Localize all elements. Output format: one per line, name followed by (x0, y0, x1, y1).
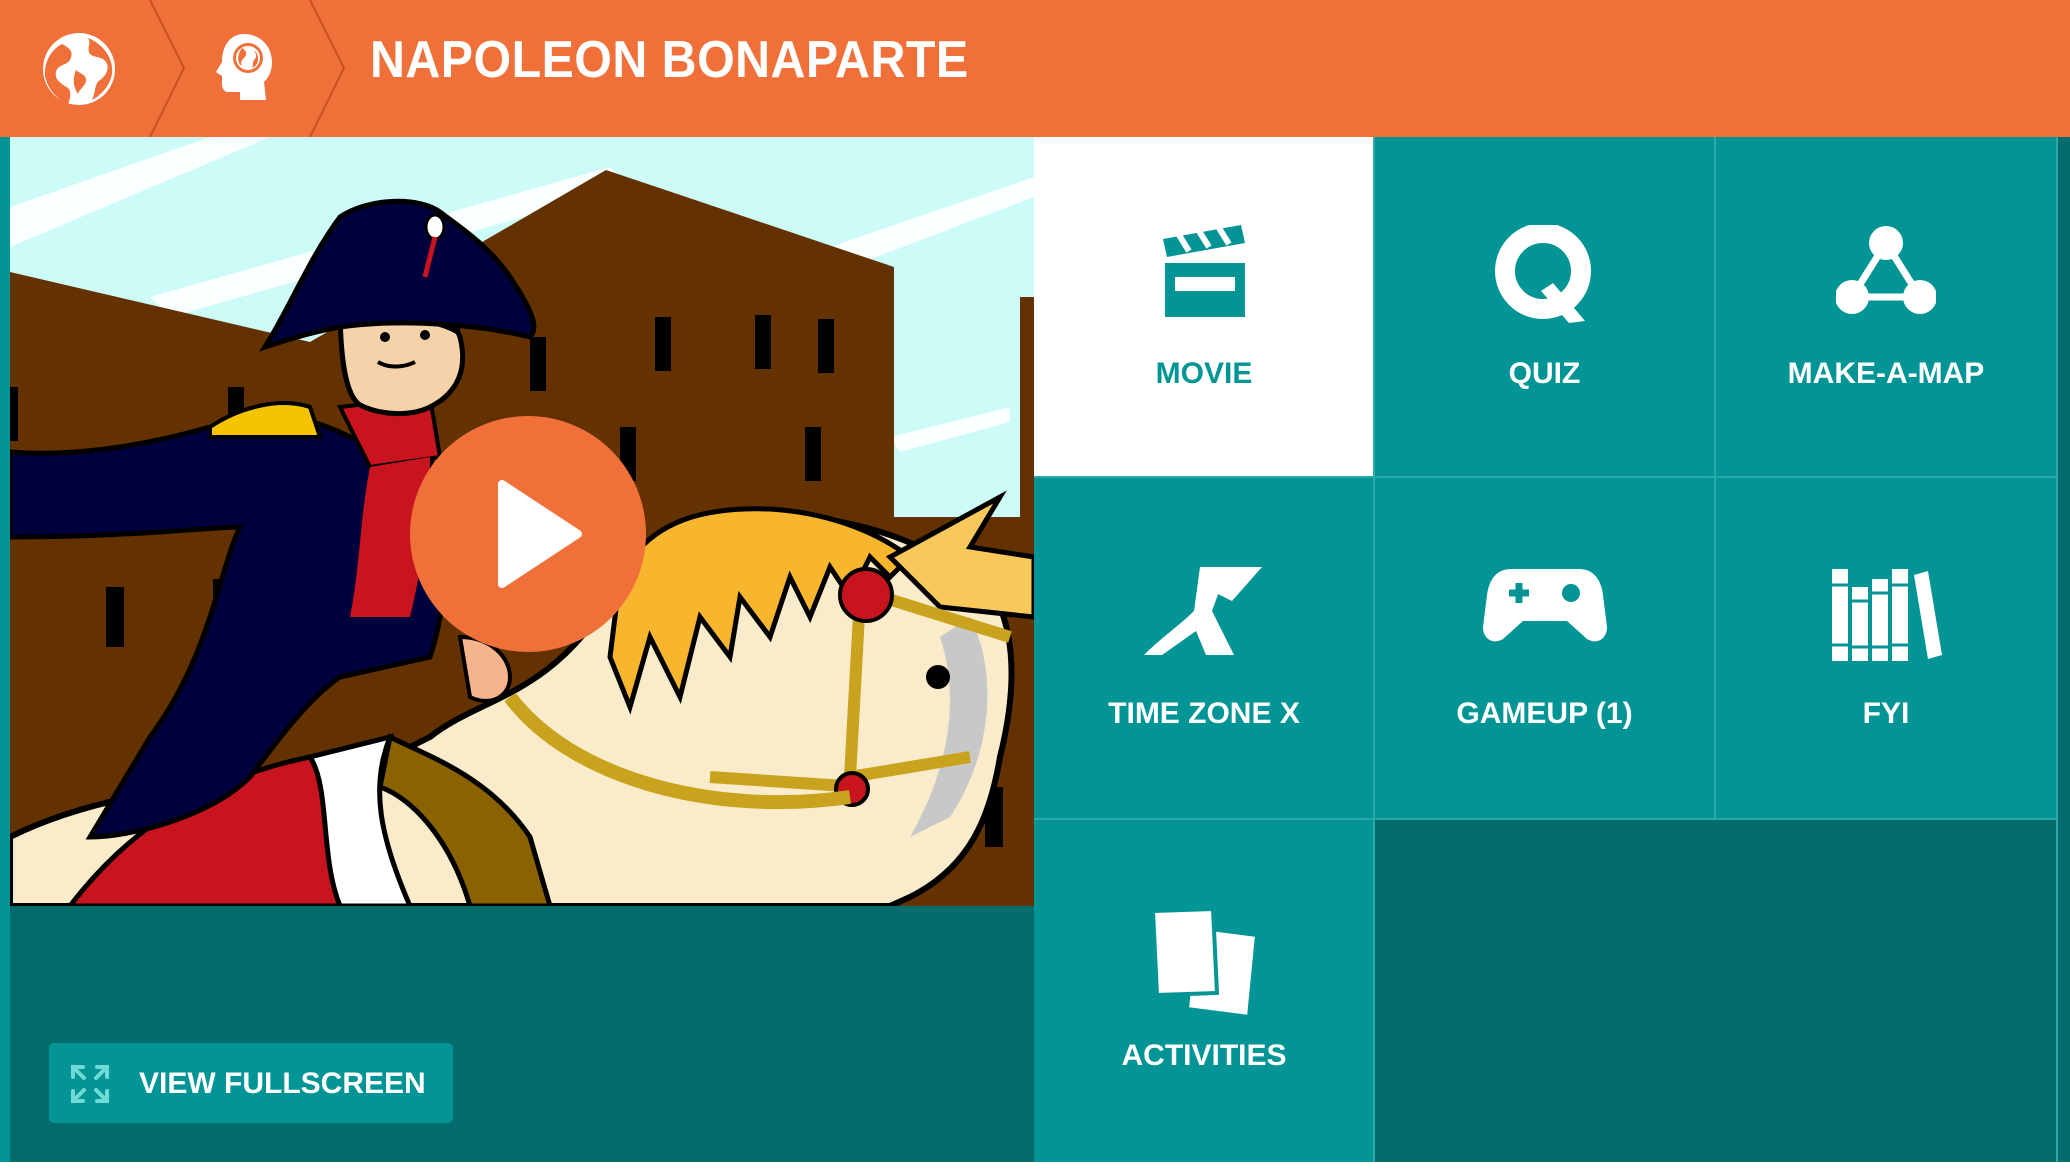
papers-icon (1150, 907, 1259, 1017)
bottom-edge (0, 1162, 2070, 1172)
gamepad-icon (1482, 569, 1607, 642)
tile-make-a-map-icon-wrap (1715, 225, 2057, 325)
grid-divider (1714, 137, 1716, 819)
books-icon (1832, 569, 1942, 661)
tile-time-zone-x-label: TIME ZONE X (1108, 697, 1300, 730)
grid-divider (1034, 476, 2057, 478)
main-content: VIEW FULLSCREEN MOVIE QUIZ MAKE-A-MAP TI… (0, 137, 2070, 1162)
tile-fyi-icon-wrap (1715, 565, 2057, 665)
header-bar: NAPOLEON BONAPARTE (0, 0, 2070, 137)
tile-make-a-map[interactable]: MAKE-A-MAP (1715, 137, 2057, 477)
left-edge-strip (0, 137, 10, 1162)
tile-movie[interactable]: MOVIE (1034, 137, 1374, 477)
clapperboard-icon (1163, 225, 1245, 317)
breadcrumb-category[interactable] (214, 32, 276, 104)
breadcrumb-separator (309, 0, 346, 137)
tile-movie-icon-wrap (1034, 225, 1374, 325)
tile-activities-label: ACTIVITIES (1121, 1039, 1287, 1072)
tile-gameup-icon-wrap (1374, 565, 1715, 665)
grid-divider (2056, 137, 2058, 1162)
view-fullscreen-button[interactable]: VIEW FULLSCREEN (49, 1043, 453, 1123)
play-button[interactable] (410, 416, 646, 652)
page-title: NAPOLEON BONAPARTE (370, 31, 969, 89)
tile-fyi[interactable]: FYI (1715, 477, 2057, 819)
tile-quiz[interactable]: QUIZ (1374, 137, 1715, 477)
tile-gameup-label: GAMEUP (1) (1456, 697, 1633, 730)
grid-divider (1034, 818, 2057, 820)
grid-divider (1373, 137, 1375, 1162)
head-globe-icon (216, 34, 272, 100)
tile-activities-icon-wrap (1034, 907, 1374, 1017)
video-player[interactable] (10, 137, 1034, 906)
video-controls-area: VIEW FULLSCREEN (10, 906, 1034, 1162)
tile-make-a-map-label: MAKE-A-MAP (1787, 357, 1985, 390)
tile-time-zone-x-icon-wrap (1034, 565, 1374, 665)
concept-map-icon (1836, 226, 1936, 314)
globe-icon (43, 33, 115, 105)
tile-activities[interactable]: ACTIVITIES (1034, 819, 1374, 1162)
tile-area-empty (1374, 819, 2057, 1162)
tile-quiz-label: QUIZ (1508, 357, 1581, 390)
tile-movie-label: MOVIE (1155, 357, 1253, 390)
quiz-icon (1494, 225, 1591, 323)
tile-quiz-icon-wrap (1374, 225, 1715, 325)
view-fullscreen-label: VIEW FULLSCREEN (139, 1067, 426, 1100)
tile-gameup[interactable]: GAMEUP (1) (1374, 477, 1715, 819)
tile-time-zone-x[interactable]: TIME ZONE X (1034, 477, 1374, 819)
play-icon (498, 480, 582, 588)
tile-fyi-label: FYI (1862, 697, 1910, 730)
expand-icon (71, 1065, 109, 1103)
breadcrumb-home[interactable] (40, 30, 118, 108)
time-zone-x-icon (1144, 567, 1262, 655)
breadcrumb-separator (149, 0, 186, 137)
